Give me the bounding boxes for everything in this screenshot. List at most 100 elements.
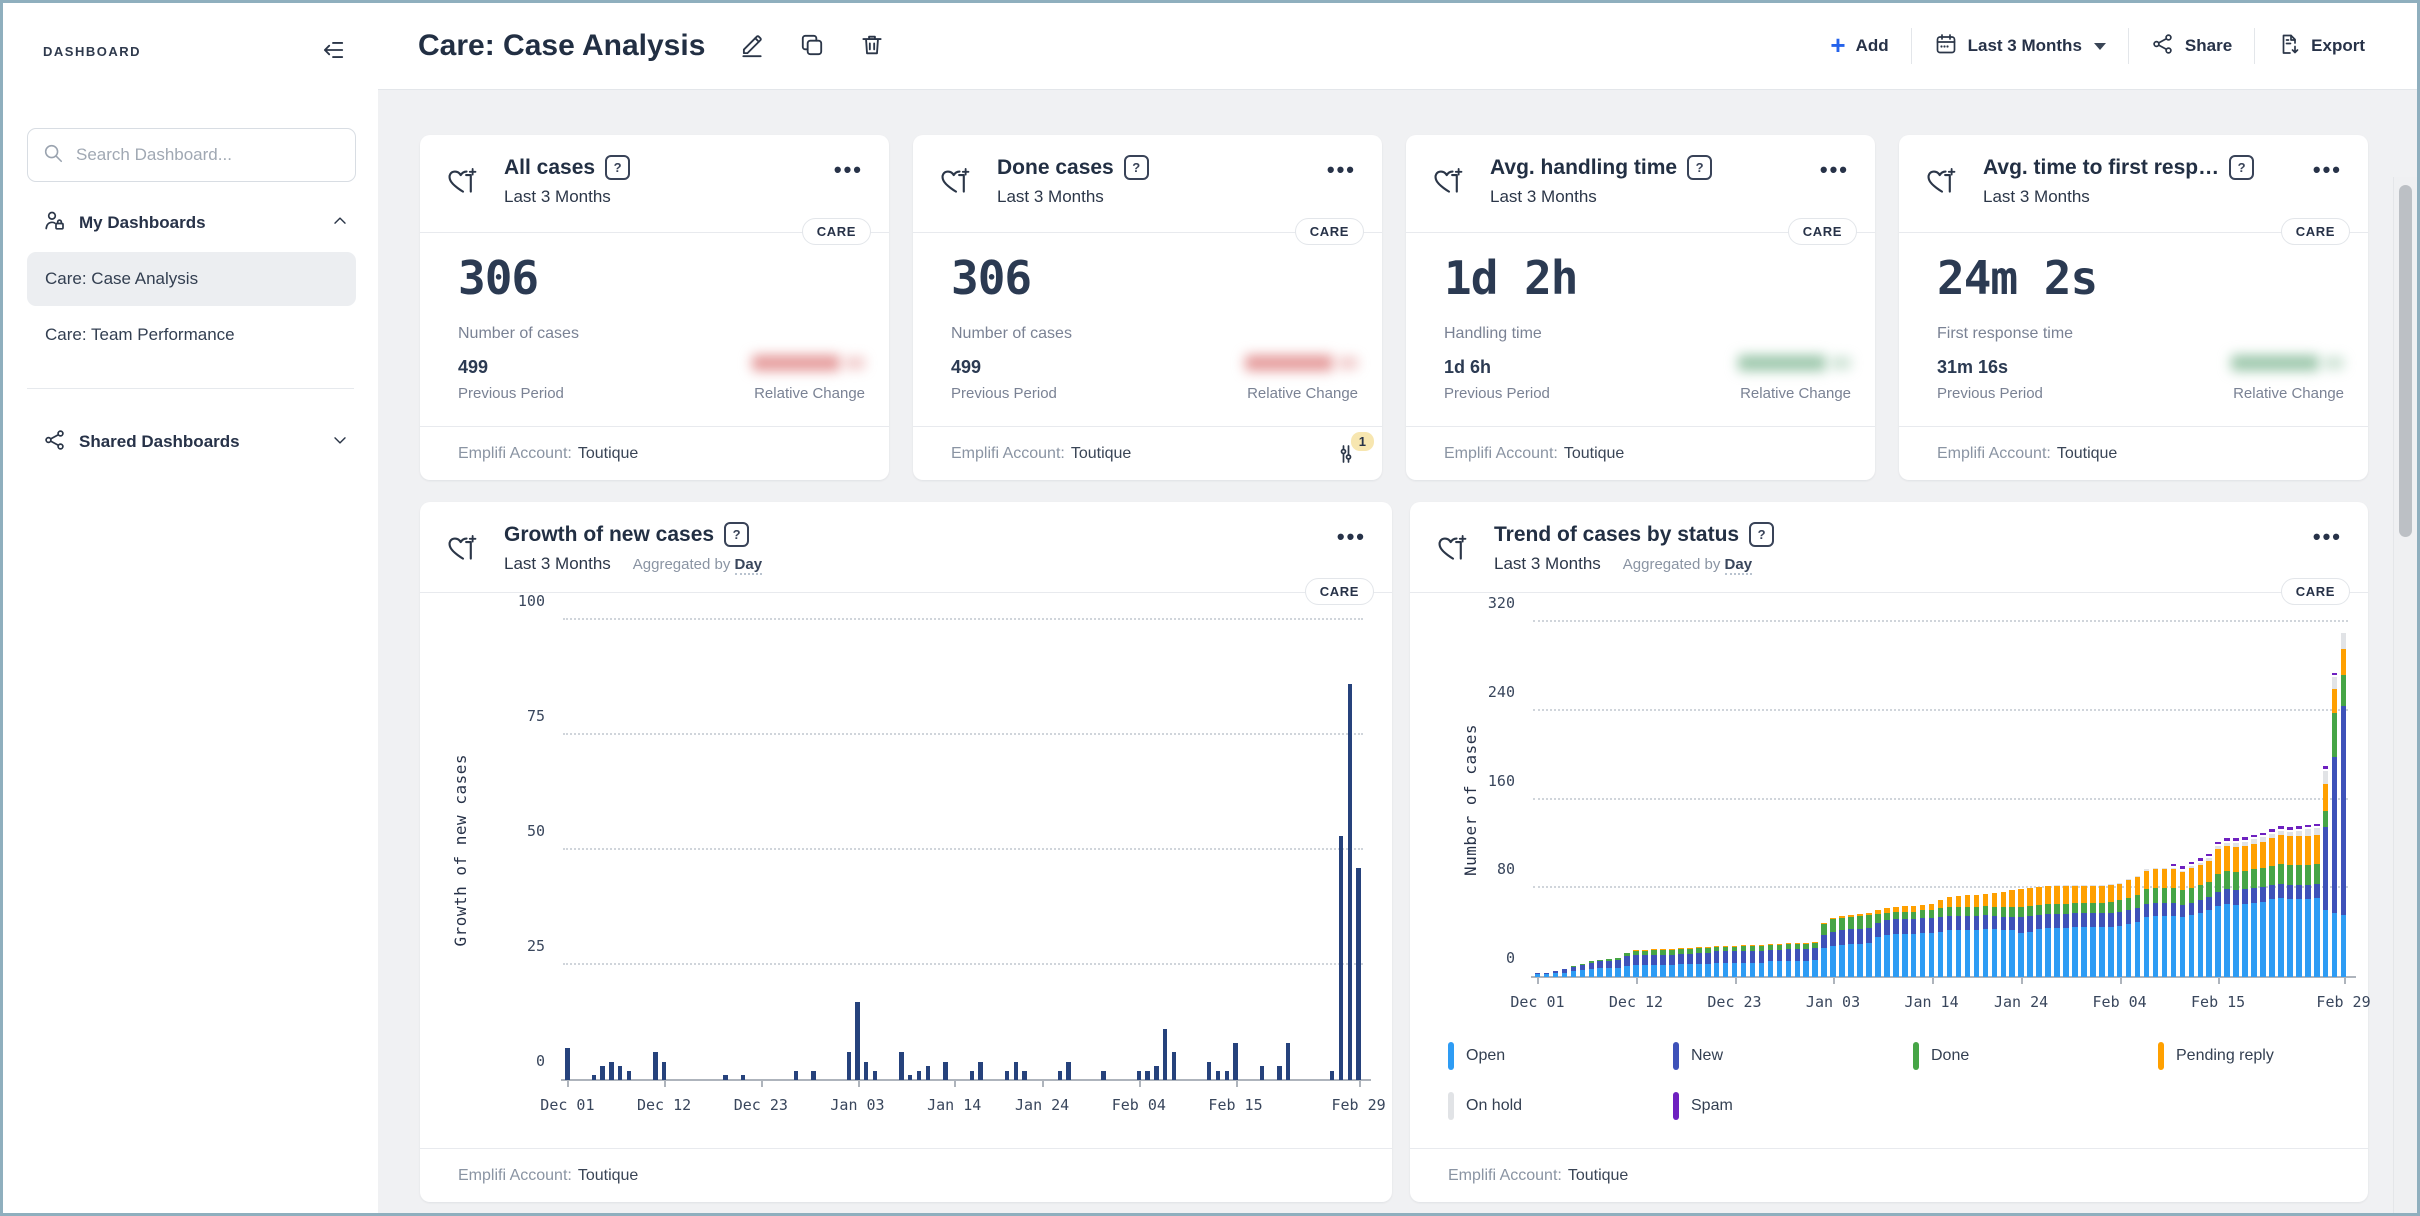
bar-segment-pending-reply	[2027, 888, 2033, 906]
duplicate-dashboard-button[interactable]	[795, 28, 829, 65]
share-button[interactable]: Share	[2129, 22, 2254, 71]
bar-segment-done	[2233, 871, 2239, 891]
scrollbar-thumb[interactable]	[2399, 185, 2412, 537]
bar-segment-new	[1866, 928, 1872, 943]
trend-stacked-bar	[2152, 868, 2159, 977]
card-menu-button[interactable]: •••	[834, 157, 863, 183]
x-tick-label: Dec 12	[1608, 993, 1664, 1011]
delete-dashboard-button[interactable]	[855, 28, 889, 65]
trend-stacked-bar	[2018, 889, 2024, 977]
x-tick-mark	[2021, 977, 2024, 984]
help-icon[interactable]: ?	[1749, 522, 1775, 547]
sidebar-item-care-case-analysis[interactable]: Care: Case Analysis	[27, 252, 356, 306]
bar-segment-on-hold	[2322, 770, 2329, 784]
bar-segment-open	[1937, 931, 1944, 977]
trend-stacked-bar	[1534, 972, 1541, 977]
bar-segment-new	[1642, 954, 1648, 965]
bar-segment-open	[2269, 899, 2275, 977]
legend-item-done[interactable]: Done	[1913, 1042, 2158, 1070]
edit-dashboard-button[interactable]	[735, 28, 769, 65]
bar-segment-done	[1857, 915, 1863, 930]
bar-segment-done	[1901, 911, 1908, 920]
collapse-sidebar-button[interactable]	[316, 33, 350, 70]
bar-segment-new	[2242, 889, 2248, 904]
account-value: Toutique	[2056, 444, 2118, 462]
bar-segment-pending-reply	[2063, 886, 2069, 904]
trend-stacked-bar	[1633, 950, 1639, 977]
x-tick-label: Jan 03	[830, 1096, 885, 1114]
bar-segment-pending-reply	[2260, 841, 2266, 869]
x-tick-label: Jan 24	[1015, 1096, 1070, 1114]
help-icon[interactable]: ?	[2229, 155, 2255, 180]
bar-segment-new	[1722, 951, 1729, 963]
growth-bar	[1022, 1070, 1027, 1080]
bar-segment-new	[2143, 903, 2150, 918]
user-lock-icon	[43, 209, 67, 238]
bar-segment-open	[2125, 923, 2132, 977]
sidebar-item-care-team-performance[interactable]: Care: Team Performance	[27, 308, 356, 362]
help-icon[interactable]: ?	[605, 155, 631, 180]
bar-segment-new	[1821, 934, 1827, 949]
date-range-button[interactable]: Last 3 Months	[1912, 22, 2128, 71]
bar-segment-done	[2107, 901, 2114, 913]
card-menu-button[interactable]: •••	[2313, 157, 2342, 183]
share-icon	[2151, 32, 2175, 61]
card-menu-button[interactable]: •••	[1327, 157, 1356, 183]
gridline	[1533, 797, 2348, 800]
legend-item-on-hold[interactable]: On hold	[1448, 1092, 1673, 1120]
legend-item-spam[interactable]: Spam	[1673, 1092, 1913, 1120]
kpi-period: Last 3 Months	[1490, 187, 1597, 206]
kpi-relative-change-value-blurred	[752, 355, 865, 371]
filter-indicator-button[interactable]: 1	[1334, 431, 1374, 466]
aggregation-value[interactable]: Day	[734, 556, 763, 575]
card-menu-button[interactable]: •••	[2313, 524, 2342, 550]
help-icon[interactable]: ?	[724, 522, 750, 547]
chevron-down-icon	[330, 430, 350, 455]
bar-segment-done	[2000, 907, 2007, 918]
shared-dashboards-section-header[interactable]: Shared Dashboards	[3, 415, 378, 469]
bar-segment-pending-reply	[2287, 836, 2293, 865]
card-menu-button[interactable]: •••	[1820, 157, 1849, 183]
bar-segment-open	[1812, 960, 1818, 977]
bar-segment-new	[1937, 917, 1944, 932]
bar-segment-open	[1884, 934, 1890, 977]
help-icon[interactable]: ?	[1123, 155, 1149, 180]
bar-segment-pending-reply	[2018, 889, 2024, 908]
aggregation-value[interactable]: Day	[1724, 556, 1753, 575]
sidebar-title: DASHBOARD	[43, 44, 141, 59]
trend-stacked-bar	[1812, 941, 1818, 977]
help-icon[interactable]: ?	[1687, 155, 1713, 180]
growth-bar	[943, 1061, 948, 1080]
my-dashboards-section-header[interactable]: My Dashboards	[3, 196, 378, 250]
bar-segment-open	[1740, 962, 1747, 977]
growth-bar	[661, 1061, 667, 1080]
card-menu-button[interactable]: •••	[1337, 524, 1366, 550]
growth-bar	[846, 1052, 851, 1080]
search-input[interactable]	[74, 144, 341, 166]
legend-item-pending-reply[interactable]: Pending reply	[2158, 1042, 2338, 1070]
trend-chart-plot[interactable]: Number of cases 0 80 160 240 320 Dec 01 Dec 12…	[1461, 594, 2371, 1011]
bar-segment-open	[1678, 963, 1684, 977]
bar-segment-open	[2206, 910, 2213, 977]
bar-segment-pending-reply	[2269, 838, 2275, 867]
legend-swatch	[1673, 1092, 1679, 1120]
bar-segment-done	[2322, 810, 2329, 828]
export-button[interactable]: Export	[2255, 22, 2387, 71]
bar-segment-new	[2188, 902, 2195, 915]
header-toolbar: + Add Last 3 Months Share Export	[1808, 22, 2387, 71]
bar-segment-open	[2215, 906, 2221, 977]
legend-item-new[interactable]: New	[1673, 1042, 1913, 1070]
add-button[interactable]: + Add	[1808, 24, 1910, 68]
dashboard-search[interactable]	[27, 128, 356, 182]
growth-bar	[1013, 1061, 1018, 1080]
sidebar-divider	[27, 388, 354, 389]
bar-segment-open	[2197, 912, 2204, 977]
growth-bar	[978, 1061, 983, 1080]
growth-chart-plot[interactable]: Growth of new cases 0 25 50 75 100 Dec 01 Dec …	[451, 592, 1386, 1114]
legend-item-open[interactable]: Open	[1448, 1042, 1673, 1070]
bar-segment-open	[1830, 945, 1836, 977]
scrollbar-track[interactable]	[2393, 177, 2417, 1213]
bar-segment-new	[1633, 954, 1639, 965]
bar-segment-new	[1946, 915, 1953, 931]
bar-segment-new	[2278, 883, 2284, 899]
